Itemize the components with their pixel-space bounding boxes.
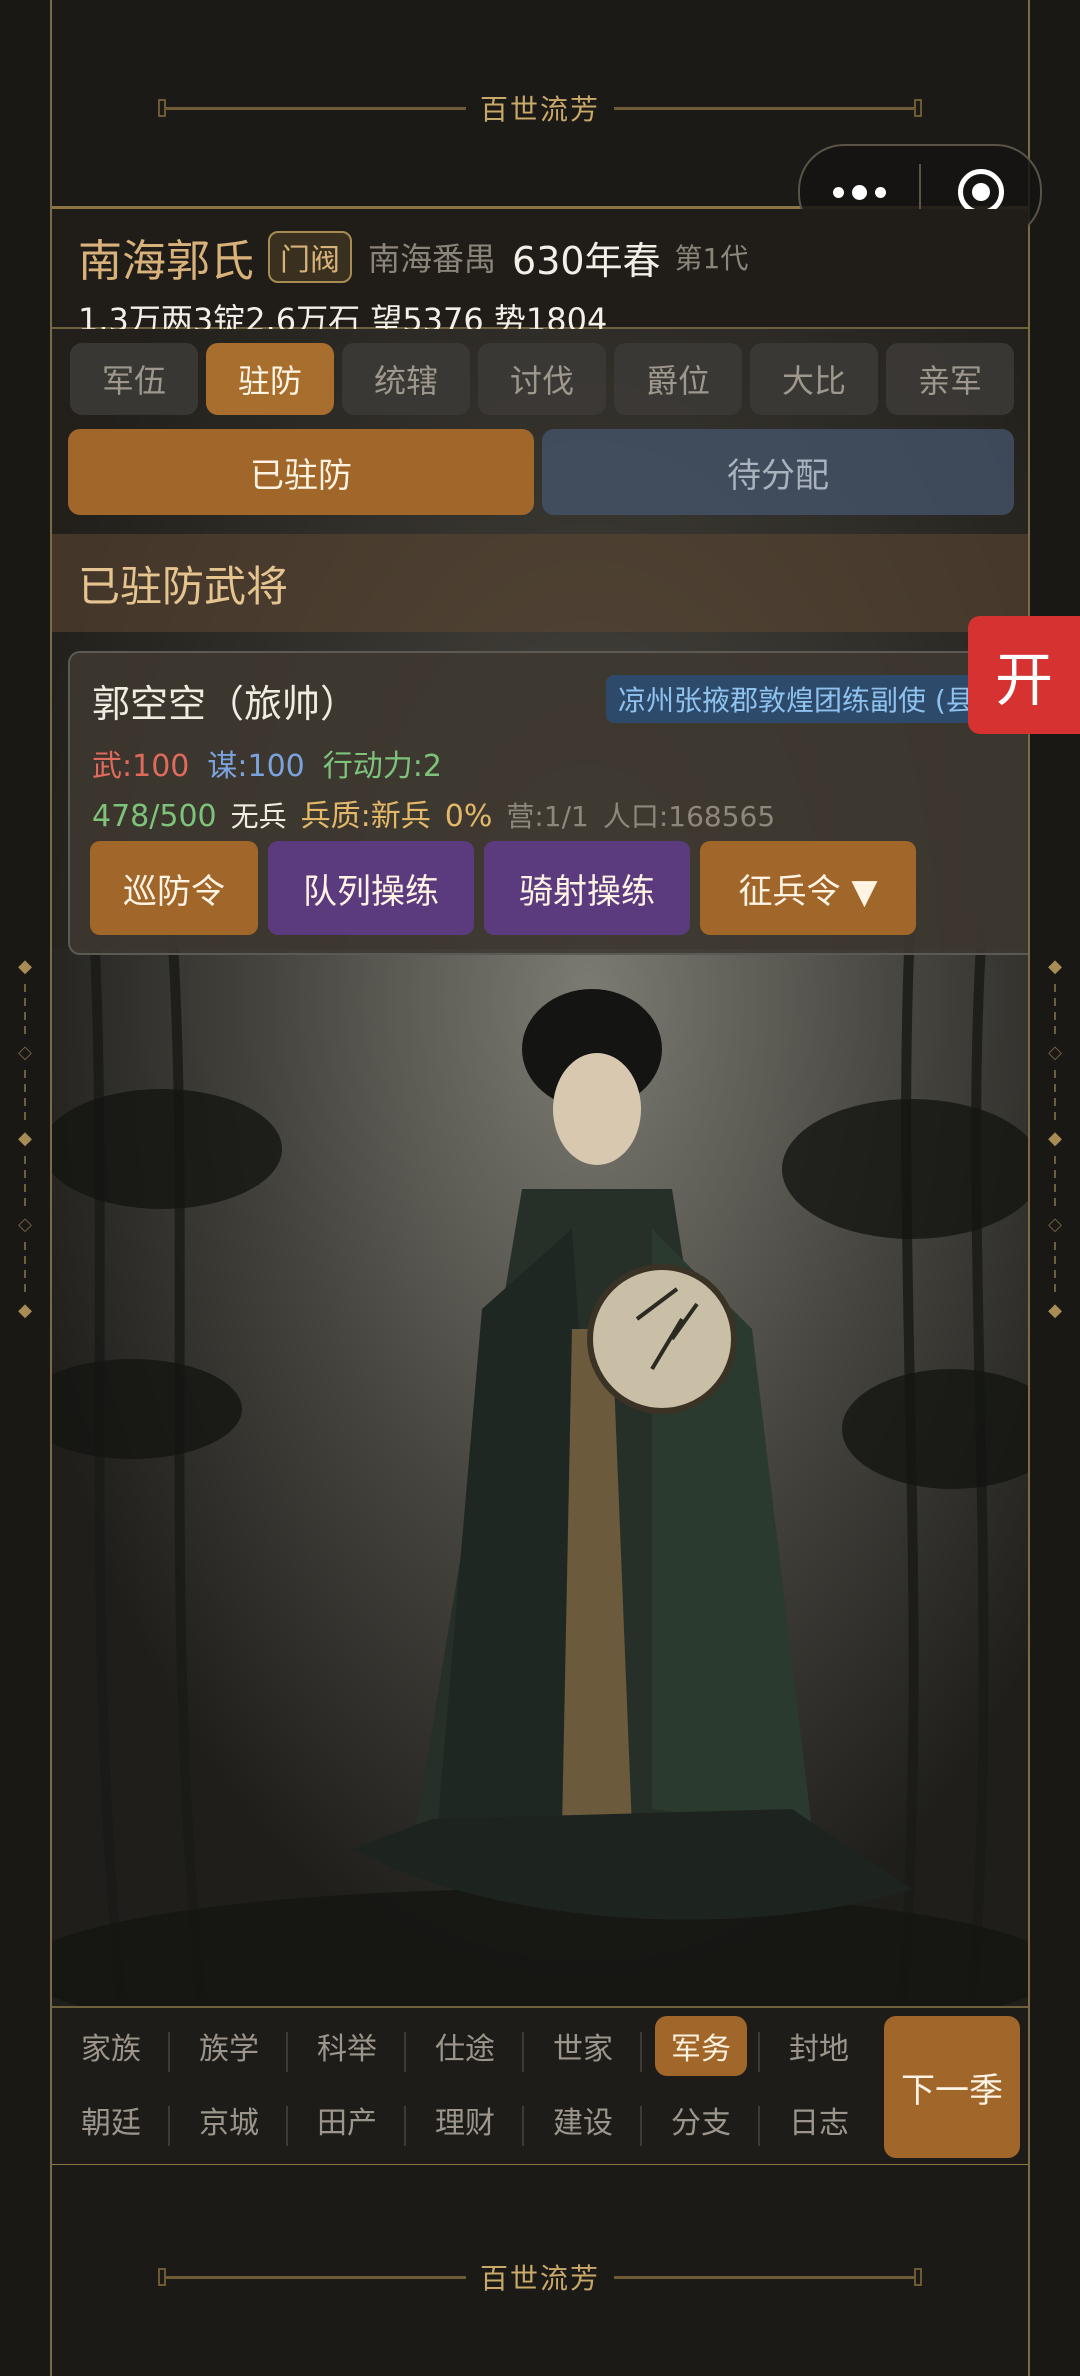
next-season-button[interactable]: 下一季 bbox=[884, 2016, 1020, 2158]
left-frame: ◆ ◇ ◆ ◇ ◆ bbox=[0, 0, 52, 2376]
nav-branch[interactable]: 分支 bbox=[642, 2090, 760, 2150]
nav-log[interactable]: 日志 bbox=[760, 2090, 878, 2150]
nav-families[interactable]: 世家 bbox=[524, 2016, 642, 2076]
nav-court[interactable]: 朝廷 bbox=[52, 2090, 170, 2150]
clan-rank-badge: 门阀 bbox=[268, 231, 352, 283]
left-ornament: ◆ ◇ ◆ ◇ ◆ bbox=[18, 956, 32, 1321]
action-points: 行动力:2 bbox=[322, 749, 442, 784]
nav-capital[interactable]: 京城 bbox=[170, 2090, 288, 2150]
clan-header: 南海郭氏 门阀 南海番禺 630年春 第1代 1.3万两3锭2.6万石 望537… bbox=[52, 209, 1028, 339]
formation-drill-button[interactable]: 队列操练 bbox=[268, 841, 474, 935]
clan-name: 南海郭氏 bbox=[78, 236, 254, 287]
martial-stat: 武:100 bbox=[92, 749, 190, 784]
clan-location: 南海番禺 bbox=[368, 240, 497, 278]
more-dots-icon[interactable] bbox=[800, 184, 919, 200]
general-card: 郭空空（旅帅） 凉州张掖郡敦煌团练副使 (县 武:100 谋:100 行动力:2… bbox=[68, 651, 1028, 955]
troop-quality-pct: 0% bbox=[444, 799, 493, 834]
nav-fief[interactable]: 封地 bbox=[760, 2016, 878, 2076]
garrison-subtabs: 已驻防 待分配 bbox=[68, 429, 1014, 515]
tab-army[interactable]: 军伍 bbox=[70, 343, 198, 415]
troop-quality: 兵质:新兵 bbox=[300, 799, 431, 834]
patrol-order-button[interactable]: 巡防令 bbox=[90, 841, 258, 935]
tab-garrison[interactable]: 驻防 bbox=[206, 343, 334, 415]
general-name: 郭空空（旅帅） bbox=[92, 682, 359, 726]
right-frame: ◆ ◇ ◆ ◇ ◆ bbox=[1028, 0, 1080, 2376]
archery-drill-button[interactable]: 骑射操练 bbox=[484, 841, 690, 935]
subtab-pending[interactable]: 待分配 bbox=[542, 429, 1014, 515]
nav-finance[interactable]: 理财 bbox=[406, 2090, 524, 2150]
main-content: 军伍 驻防 统辖 讨伐 爵位 大比 亲军 已驻防 待分配 已驻防武将 郭空空（旅… bbox=[52, 329, 1028, 2006]
generation: 第1代 bbox=[674, 242, 749, 275]
troop-count: 478/500 bbox=[92, 799, 217, 834]
conscription-dropdown[interactable]: 征兵令 ▼ bbox=[700, 841, 916, 935]
section-title: 已驻防武将 bbox=[52, 534, 1028, 632]
nav-career[interactable]: 仕途 bbox=[406, 2016, 524, 2076]
population: 人口:168565 bbox=[602, 800, 776, 833]
nav-estate[interactable]: 田产 bbox=[288, 2090, 406, 2150]
nav-build[interactable]: 建设 bbox=[524, 2090, 642, 2150]
nav-clan[interactable]: 家族 bbox=[52, 2016, 170, 2076]
military-tabs: 军伍 驻防 统辖 讨伐 爵位 大比 亲军 bbox=[70, 343, 1014, 415]
nav-exam[interactable]: 科举 bbox=[288, 2016, 406, 2076]
nav-school[interactable]: 族学 bbox=[170, 2016, 288, 2076]
general-post-badge: 凉州张掖郡敦煌团练副使 (县 bbox=[606, 675, 986, 723]
banner-title: 百世流芳 bbox=[479, 93, 600, 126]
open-button[interactable]: 开 bbox=[968, 616, 1080, 734]
game-year: 630年春 bbox=[512, 238, 661, 283]
tab-campaign[interactable]: 讨伐 bbox=[478, 343, 606, 415]
bottom-banner-title: 百世流芳 bbox=[479, 2262, 600, 2295]
soldier-type: 无兵 bbox=[230, 800, 287, 833]
camp-count: 营:1/1 bbox=[506, 800, 589, 833]
subtab-assigned[interactable]: 已驻防 bbox=[68, 429, 534, 515]
bottom-nav: 家族 族学 科举 仕途 世家 军务 封地 朝廷 京城 田产 理财 建设 分支 日… bbox=[52, 2006, 1028, 2167]
strategy-stat: 谋:100 bbox=[207, 749, 305, 784]
tab-tournament[interactable]: 大比 bbox=[750, 343, 878, 415]
tab-command[interactable]: 统辖 bbox=[342, 343, 470, 415]
bottom-banner: 百世流芳 bbox=[52, 2165, 1028, 2376]
tab-guard[interactable]: 亲军 bbox=[886, 343, 1014, 415]
right-ornament: ◆ ◇ ◆ ◇ ◆ bbox=[1048, 956, 1062, 1321]
tab-nobility[interactable]: 爵位 bbox=[614, 343, 742, 415]
nav-military[interactable]: 军务 bbox=[642, 2016, 760, 2076]
